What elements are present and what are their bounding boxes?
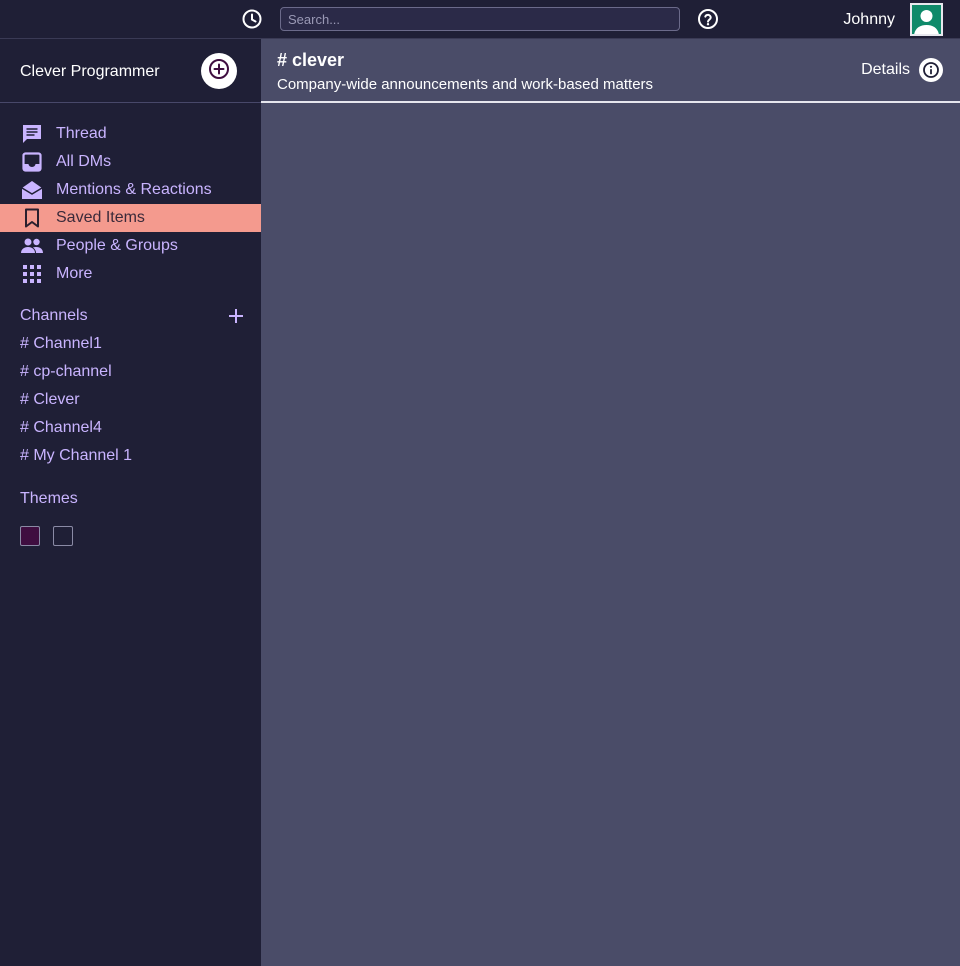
channels-label: Channels — [20, 307, 88, 324]
sidebar-header: Clever Programmer — [0, 39, 261, 103]
theme-swatch-purple[interactable] — [20, 526, 40, 546]
search-input[interactable] — [280, 7, 680, 31]
add-channel-icon[interactable] — [226, 306, 246, 326]
username: Johnny — [843, 11, 895, 28]
sidebar-item-more[interactable]: More — [0, 260, 261, 288]
inbox-icon — [20, 150, 44, 174]
sidebar-item-label: Mentions & Reactions — [56, 181, 212, 198]
channel-list: # Channel1 # cp-channel # Clever # Chann… — [0, 330, 261, 470]
envelope-open-icon — [20, 178, 44, 202]
grid-icon — [20, 262, 44, 286]
theme-swatch-dark[interactable] — [53, 526, 73, 546]
main-content: # clever Company-wide announcements and … — [261, 39, 960, 966]
channel-item[interactable]: # Channel1 — [0, 330, 261, 358]
sidebar-item-label: Thread — [56, 125, 107, 142]
channel-item[interactable]: # cp-channel — [0, 358, 261, 386]
question-circle-icon[interactable] — [697, 8, 719, 30]
top-bar: Johnny — [0, 0, 960, 39]
sidebar-item-mentions-reactions[interactable]: Mentions & Reactions — [0, 176, 261, 204]
theme-swatches — [0, 526, 261, 546]
sidebar-item-all-dms[interactable]: All DMs — [0, 148, 261, 176]
themes-label: Themes — [20, 490, 78, 507]
plus-circle-icon — [208, 58, 230, 85]
channel-title: # clever — [277, 50, 345, 70]
sidebar-item-thread[interactable]: Thread — [0, 120, 261, 148]
chat-bubble-icon — [20, 122, 44, 146]
info-icon — [919, 58, 943, 82]
people-icon — [20, 234, 44, 258]
sidebar-nav: Thread All DMs Mentions & Reactions Save… — [0, 103, 261, 288]
sidebar-item-label: Saved Items — [56, 209, 145, 226]
sidebar: Clever Programmer Thread All DMs Mention… — [0, 39, 261, 966]
channel-header: # clever Company-wide announcements and … — [261, 39, 960, 103]
clock-icon[interactable] — [241, 8, 263, 30]
sidebar-item-label: More — [56, 265, 93, 282]
sidebar-item-people-groups[interactable]: People & Groups — [0, 232, 261, 260]
sidebar-item-label: All DMs — [56, 153, 112, 170]
channel-item[interactable]: # Channel4 — [0, 414, 261, 442]
channel-item[interactable]: # My Channel 1 — [0, 442, 261, 470]
sidebar-item-label: People & Groups — [56, 237, 178, 254]
details-label: Details — [861, 61, 910, 78]
workspace-name: Clever Programmer — [20, 63, 160, 80]
user-avatar-icon[interactable] — [910, 3, 943, 36]
channel-item[interactable]: # Clever — [0, 386, 261, 414]
channels-header: Channels — [0, 302, 261, 330]
compose-button[interactable] — [201, 53, 237, 89]
sidebar-item-saved-items[interactable]: Saved Items — [0, 204, 261, 232]
channel-description: Company-wide announcements and work-base… — [277, 76, 654, 93]
details-button[interactable]: Details — [861, 58, 943, 82]
bookmark-icon — [20, 206, 44, 230]
